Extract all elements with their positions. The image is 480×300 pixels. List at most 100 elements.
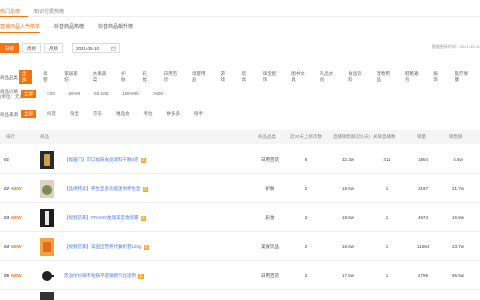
cell-count: 6 bbox=[304, 157, 308, 162]
cell-gmv: 18.6w bbox=[341, 186, 354, 191]
cell-category: 彩妆 bbox=[265, 214, 275, 220]
source-option[interactable]: 淘宝 bbox=[67, 110, 82, 118]
header-sales: 销量 bbox=[417, 134, 426, 139]
product-name-link[interactable]: 苏泊尔炒锅不粘锅平底锅燃气灶适用店 bbox=[64, 273, 144, 279]
store-tag: 店 bbox=[140, 157, 147, 163]
product-name: 【品牌特卖】养生壶多功能迷你养生壶 bbox=[64, 185, 141, 191]
header-lives: 关联直播数 bbox=[373, 134, 396, 139]
category-option[interactable]: 医疗保健 bbox=[452, 70, 472, 84]
category-option[interactable]: 家居家纺 bbox=[61, 70, 81, 84]
product-name: 【视频店家】PRAMY柏瑞美定妆喷雾 bbox=[64, 214, 139, 220]
source-option[interactable]: 唯品会 bbox=[113, 110, 133, 118]
new-badge: NEW bbox=[11, 186, 22, 191]
product-name-link[interactable]: 【福临门】可口福味食品调料干散5克店 bbox=[64, 156, 147, 163]
date-picker[interactable]: 2021-05-10 bbox=[72, 43, 120, 53]
source-option[interactable]: 拼多多 bbox=[164, 110, 184, 118]
source-option[interactable]: 京东 bbox=[90, 110, 105, 118]
category-option[interactable]: 玩具 bbox=[239, 70, 252, 84]
table-row[interactable]: 01 【福临门】可口福味食品调料干散5克店 日用百货 6 32.3w 411 1… bbox=[0, 146, 480, 174]
header-rank: 排行 bbox=[6, 134, 15, 139]
subtab-douyin-rising[interactable]: 抖音商品飙升榜 bbox=[98, 21, 133, 33]
cell-sales: 4674 bbox=[417, 215, 428, 220]
source-options: 全部 抖音 淘宝 京东 唯品会 考拉 拼多多 快手 bbox=[21, 110, 214, 118]
cell-gmv: 17.6w bbox=[341, 273, 354, 278]
product-name-link[interactable]: 【品牌特卖】养生壶多功能迷你养生壶店 bbox=[64, 186, 148, 192]
store-tag: 店 bbox=[140, 215, 147, 221]
category-option[interactable]: 母婴用品 bbox=[189, 70, 209, 84]
subtab-live-popularity[interactable]: 直播商品人气榜单 bbox=[0, 21, 41, 33]
cell-lives: 1 bbox=[385, 186, 389, 191]
category-option[interactable]: 游戏 bbox=[217, 70, 230, 84]
product-thumbnail[interactable] bbox=[40, 266, 54, 285]
source-option[interactable]: 快手 bbox=[191, 110, 206, 118]
category-option[interactable]: 服饰 bbox=[430, 70, 443, 84]
category-option[interactable]: 鞋靴箱包 bbox=[402, 70, 422, 84]
category-option[interactable]: 宠物用品 bbox=[374, 70, 394, 84]
price-option[interactable]: 全部 bbox=[21, 90, 36, 98]
week-button[interactable]: 周榜 bbox=[22, 43, 41, 53]
price-filter: 商品价格 (单位：元) 全部 <20 20-50 50-100 100-500 >500 bbox=[0, 89, 480, 99]
rank: 01 bbox=[4, 157, 11, 162]
cell-amount: 4.5w bbox=[453, 157, 463, 162]
price-option[interactable]: 100-500 bbox=[119, 90, 142, 98]
category-option[interactable]: 食品饮料 bbox=[345, 70, 365, 84]
price-option[interactable]: <20 bbox=[44, 90, 58, 98]
price-option[interactable]: 20-50 bbox=[66, 90, 84, 98]
cell-amount: 16.8w bbox=[451, 215, 464, 220]
category-option[interactable]: 彩妆 bbox=[139, 70, 152, 84]
category-option[interactable]: 珠宝配饰 bbox=[260, 70, 280, 84]
price-options: 全部 <20 20-50 50-100 100-500 >500 bbox=[21, 90, 174, 98]
product-thumbnail[interactable] bbox=[40, 179, 54, 198]
new-badge: NEW bbox=[11, 244, 22, 249]
category-option[interactable]: 水果蔬菜 bbox=[90, 70, 110, 84]
cell-amount: 21.7w bbox=[451, 186, 464, 191]
product-name: 【福临门】可口福味食品调料干散5克 bbox=[64, 156, 139, 162]
product-thumbnail[interactable] bbox=[40, 150, 54, 169]
day-button[interactable]: 日榜 bbox=[0, 43, 19, 53]
product-thumbnail[interactable] bbox=[40, 237, 54, 256]
cell-sales: 11694 bbox=[416, 244, 430, 249]
category-option[interactable]: 礼品文创 bbox=[317, 70, 337, 84]
category-option[interactable]: 图书文具 bbox=[288, 70, 308, 84]
category-options: 全部 母婴 家居家纺 水果蔬菜 护肤 彩妆 日用百货 母婴用品 游戏 玩具 珠宝配饰 图书文具 礼品文创… bbox=[18, 70, 480, 84]
category-option[interactable]: 母婴 bbox=[40, 70, 53, 84]
product-name-link[interactable]: 【视频店家】美国全营养代餐奶昔120g 店 bbox=[64, 244, 150, 250]
table-row[interactable]: 04 NEW 【视频店家】美国全营养代餐奶昔120g 店 美食饮品 2 16.6w … bbox=[0, 233, 480, 261]
rank: 03 NEW bbox=[4, 215, 22, 220]
tab-knowledge[interactable]: 知识付费热榜 bbox=[28, 0, 72, 15]
cell-lives: 1 bbox=[385, 215, 389, 220]
new-badge: NEW bbox=[11, 215, 22, 220]
source-option[interactable]: 抖音 bbox=[44, 110, 59, 118]
rank: 04 NEW bbox=[4, 244, 22, 249]
store-tag: 店 bbox=[142, 186, 148, 192]
subtab-douyin-hot[interactable]: 抖音商品热榜 bbox=[54, 21, 84, 33]
new-badge: NEW bbox=[11, 273, 22, 278]
rank-number: 05 bbox=[4, 273, 10, 278]
product-thumbnail[interactable] bbox=[40, 208, 54, 227]
date-bar: 日榜 周榜 月榜 2021-05-10 数据更新时间：2021-05-11 bbox=[0, 42, 480, 54]
table-row[interactable]: 03 NEW 【视频店家】PRAMY柏瑞美定妆喷雾店 彩妆 2 18.6w 1 4… bbox=[0, 204, 480, 232]
category-option[interactable]: 护肤 bbox=[118, 70, 131, 84]
cell-gmv: 16.6w bbox=[341, 244, 354, 249]
tab-hot-total[interactable]: 热门总榜 bbox=[0, 0, 29, 17]
price-option[interactable]: 50-100 bbox=[91, 90, 111, 98]
rank-number: 03 bbox=[4, 215, 10, 220]
month-button[interactable]: 月榜 bbox=[44, 43, 63, 53]
source-option[interactable]: 考拉 bbox=[141, 110, 156, 118]
update-time: 数据更新时间：2021-05-11 bbox=[431, 44, 480, 49]
cell-sales: 4799 bbox=[417, 273, 428, 278]
header-amount: 销售额 bbox=[449, 134, 463, 139]
category-filter: 商品品类 全部 母婴 家居家纺 水果蔬菜 护肤 彩妆 日用百货 母婴用品 游戏 玩具 珠宝配饰 图书文… bbox=[0, 70, 480, 84]
product-name-link[interactable]: 【视频店家】PRAMY柏瑞美定妆喷雾店 bbox=[64, 214, 147, 221]
table-row[interactable]: 05 NEW 苏泊尔炒锅不粘锅平底锅燃气灶适用店 日用百货 2 17.6w 1 4… bbox=[0, 262, 480, 290]
table-row[interactable]: 02 NEW 【品牌特卖】养生壶多功能迷你养生壶店 护肤 2 18.6w 1 31… bbox=[0, 175, 480, 203]
source-option[interactable]: 全部 bbox=[21, 110, 36, 118]
category-option[interactable]: 日用百货 bbox=[161, 70, 181, 84]
category-option[interactable]: 全部 bbox=[18, 70, 33, 84]
cell-count: 2 bbox=[304, 186, 308, 191]
cell-count: 2 bbox=[304, 273, 308, 278]
store-tag: 店 bbox=[143, 244, 150, 250]
category-label: 商品品类 bbox=[0, 74, 18, 80]
cell-category: 日用百货 bbox=[261, 156, 279, 162]
price-option[interactable]: >500 bbox=[150, 90, 166, 98]
